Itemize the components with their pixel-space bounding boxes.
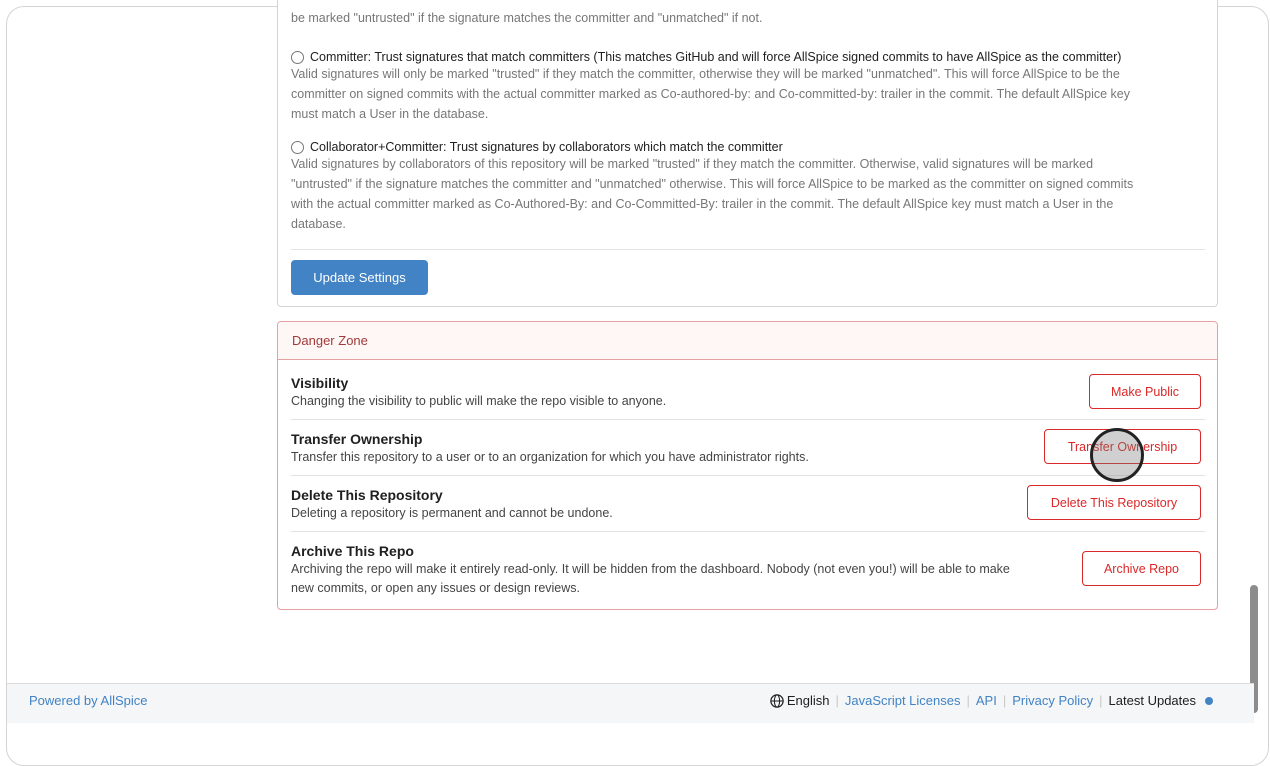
danger-item-visibility: Visibility Changing the visibility to pu… <box>291 374 1205 411</box>
page-footer: Powered by AllSpice English | JavaScript… <box>7 683 1254 723</box>
description-line: Archiving the repo will make it entirely… <box>291 562 1010 576</box>
danger-item-archive-repo: Archive This Repo Archiving the repo wil… <box>291 542 1205 598</box>
settings-divider <box>291 249 1205 250</box>
transfer-ownership-button[interactable]: Transfer Ownership <box>1044 429 1201 464</box>
powered-by-link[interactable]: Powered by AllSpice <box>29 693 148 708</box>
help-line: committer on signed commits with the act… <box>291 87 1130 101</box>
danger-item-title: Visibility <box>291 375 349 391</box>
danger-zone-header: Danger Zone <box>278 322 1217 360</box>
privacy-policy-link[interactable]: Privacy Policy <box>1012 693 1093 708</box>
danger-item-title: Archive This Repo <box>291 543 414 559</box>
trust-model-description-fragment: be marked "untrusted" if the signature m… <box>291 11 763 25</box>
danger-item-description: Changing the visibility to public will m… <box>291 394 667 408</box>
help-line: Valid signatures will only be marked "tr… <box>291 67 1120 81</box>
help-line: with the actual committer marked as Co-A… <box>291 197 1114 211</box>
danger-separator <box>291 475 1205 476</box>
footer-separator: | <box>966 693 970 708</box>
archive-repo-button[interactable]: Archive Repo <box>1082 551 1201 586</box>
language-selector[interactable]: English <box>787 693 830 708</box>
description-line: new commits, or open any issues or desig… <box>291 581 581 595</box>
trust-option-collaborator-committer-help: Valid signatures by collaborators of thi… <box>291 154 1206 234</box>
update-indicator-dot <box>1205 696 1213 705</box>
footer-separator: | <box>835 693 839 708</box>
footer-separator: | <box>1099 693 1103 708</box>
signature-trust-settings-panel: be marked "untrusted" if the signature m… <box>277 0 1218 307</box>
committer-radio[interactable] <box>291 50 304 64</box>
help-line: Valid signatures by collaborators of thi… <box>291 157 1094 171</box>
delete-repository-button[interactable]: Delete This Repository <box>1027 485 1201 520</box>
footer-links: English | JavaScript Licenses | API | Pr… <box>770 693 1213 708</box>
danger-separator <box>291 531 1205 532</box>
danger-separator <box>291 419 1205 420</box>
api-link[interactable]: API <box>976 693 997 708</box>
footer-separator: | <box>1002 693 1007 708</box>
javascript-licenses-link[interactable]: JavaScript Licenses <box>845 693 961 708</box>
danger-item-description: Deleting a repository is permanent and c… <box>291 506 613 520</box>
collaborator-committer-radio[interactable] <box>291 140 304 154</box>
make-public-button[interactable]: Make Public <box>1089 374 1201 409</box>
help-line: "untrusted" if the signature matches the… <box>291 177 1134 191</box>
update-settings-button[interactable]: Update Settings <box>291 260 428 295</box>
latest-updates-link[interactable]: Latest Updates <box>1109 693 1196 708</box>
danger-item-description: Archiving the repo will make it entirely… <box>291 560 1071 598</box>
danger-zone-panel: Danger Zone Visibility Changing the visi… <box>277 321 1218 610</box>
help-line: must match a User in the database. <box>291 107 489 121</box>
trust-option-committer-help: Valid signatures will only be marked "tr… <box>291 64 1206 124</box>
help-line: database. <box>291 217 346 231</box>
danger-item-description: Transfer this repository to a user or to… <box>291 450 809 464</box>
globe-icon <box>770 693 784 708</box>
